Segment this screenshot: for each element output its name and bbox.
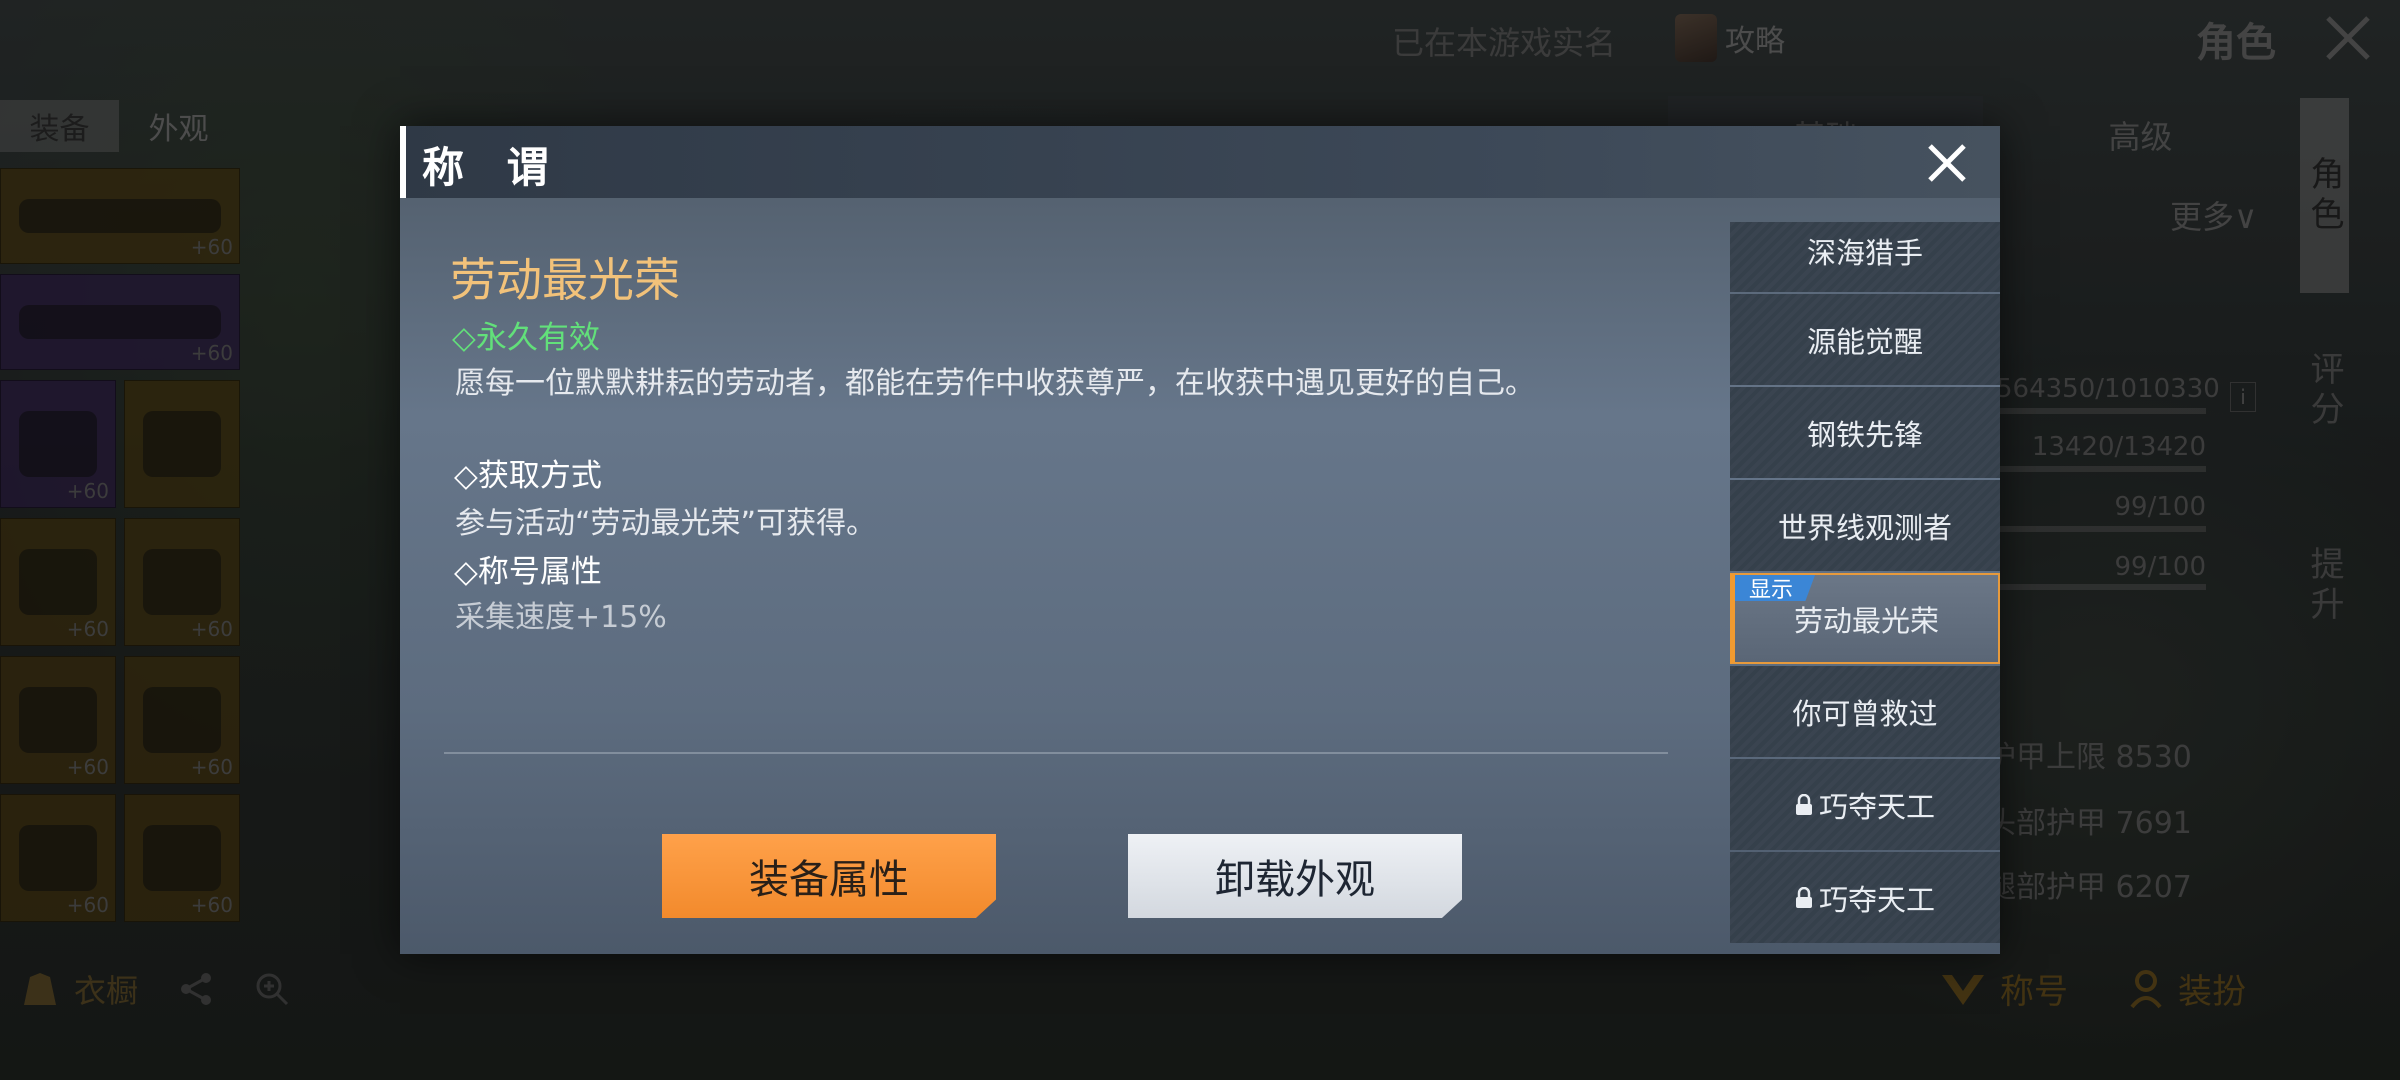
title-item-label: 巧夺天工 xyxy=(1818,789,1935,824)
title-list-item[interactable]: 深海猎手 xyxy=(1730,222,2000,292)
attribute-text: 采集速度+15% xyxy=(455,600,667,635)
title-item-label: 世界线观测者 xyxy=(1777,510,1952,545)
title-list: 深海猎手 源能觉醒 钢铁先锋 世界线观测者 显示 劳动最光荣 你可曾救过 巧夺天… xyxy=(1730,222,2000,952)
title-description: 愿每一位默默耕耘的劳动者，都能在劳作中收获尊严，在收获中遇见更好的自己。 xyxy=(455,366,1535,401)
title-item-label: 巧夺天工 xyxy=(1818,882,1935,917)
dialog-title: 称 谓 xyxy=(422,143,563,192)
title-list-item[interactable]: 你可曾救过 xyxy=(1730,666,2000,757)
lock-icon xyxy=(1795,886,1812,908)
header-accent xyxy=(400,126,406,198)
title-list-item-selected[interactable]: 显示 劳动最光荣 xyxy=(1730,573,2000,664)
title-dialog: 称 谓 劳动最光荣 ◇永久有效 愿每一位默默耕耘的劳动者，都能在劳作中收获尊严，… xyxy=(400,126,2000,954)
unload-appearance-button[interactable]: 卸载外观 xyxy=(1128,834,1462,918)
acquire-text: 参与活动“劳动最光荣”可获得。 xyxy=(455,506,877,541)
attribute-heading: ◇称号属性 xyxy=(454,554,602,590)
display-badge: 显示 xyxy=(1735,575,1816,601)
title-item-label: 你可曾救过 xyxy=(1792,696,1938,731)
title-item-label: 源能觉醒 xyxy=(1806,324,1923,359)
title-list-item-locked[interactable]: 巧夺天工 xyxy=(1730,759,2000,850)
title-item-label: 劳动最光荣 xyxy=(1793,603,1939,638)
acquire-heading: ◇获取方式 xyxy=(454,458,602,494)
equip-attributes-button[interactable]: 装备属性 xyxy=(662,834,996,918)
divider xyxy=(444,752,1668,754)
lock-icon xyxy=(1795,793,1812,815)
title-validity: ◇永久有效 xyxy=(452,320,600,356)
title-list-item[interactable]: 钢铁先锋 xyxy=(1730,387,2000,478)
title-list-item[interactable]: 源能觉醒 xyxy=(1730,294,2000,385)
title-list-item[interactable]: 世界线观测者 xyxy=(1730,480,2000,571)
title-item-label: 钢铁先锋 xyxy=(1806,417,1923,452)
dialog-header xyxy=(400,126,2000,198)
close-icon[interactable] xyxy=(1922,138,1972,188)
title-name: 劳动最光荣 xyxy=(450,253,680,307)
title-list-item-locked[interactable]: 巧夺天工 xyxy=(1730,852,2000,943)
title-item-label: 深海猎手 xyxy=(1806,236,1923,270)
